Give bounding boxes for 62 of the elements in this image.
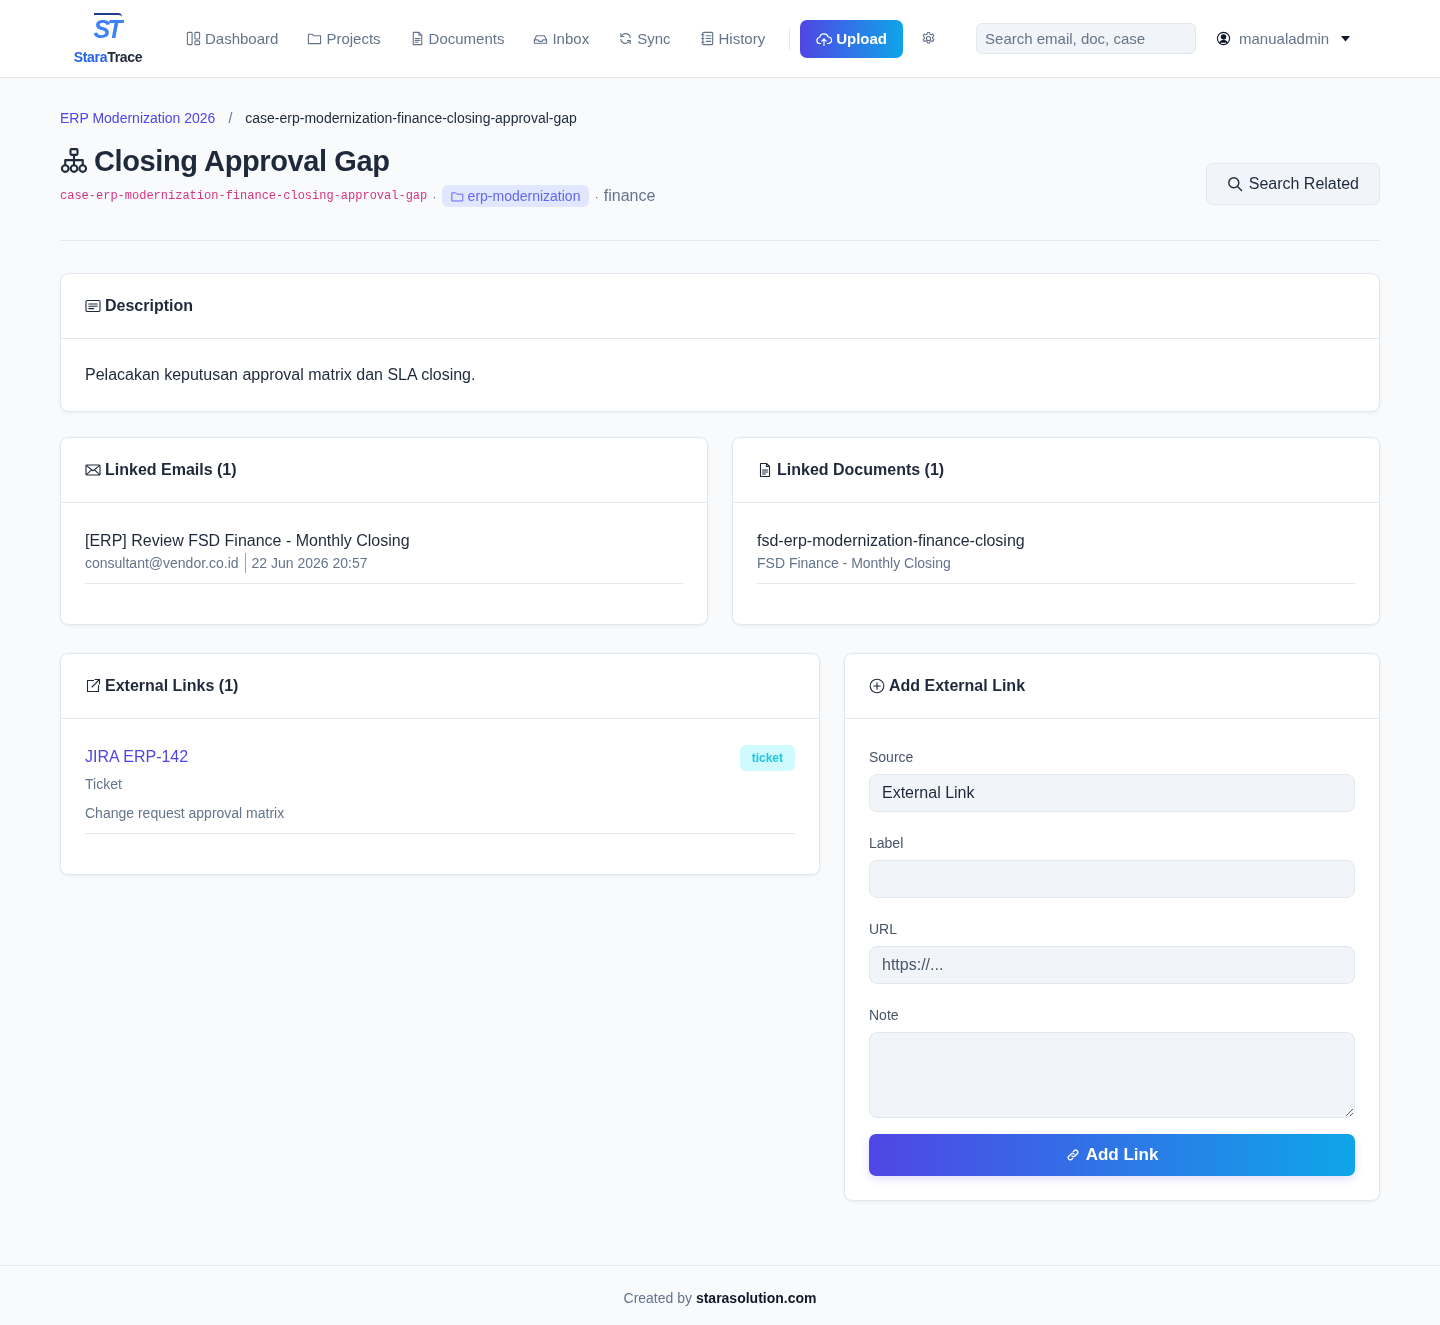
brand-logo[interactable]: ST: [93, 12, 123, 43]
field-label: Label: [869, 834, 905, 853]
card-title: Add External Link: [889, 677, 1026, 695]
text-field[interactable]: https://...: [869, 946, 1355, 984]
sync-icon: [618, 31, 634, 46]
layout-icon: [186, 31, 201, 46]
page-title: Closing Approval Gap: [94, 144, 390, 179]
project-tag[interactable]: erp-modernization: [441, 185, 590, 207]
breadcrumb-link[interactable]: ERP Modernization 2026: [60, 108, 216, 128]
brand-name[interactable]: StaraTrace: [73, 48, 143, 65]
search-field[interactable]: Search email, doc, case: [976, 23, 1197, 54]
plus-circle-icon: [869, 678, 885, 694]
search-related-button[interactable]: Search Related: [1205, 163, 1380, 205]
card-title: Description: [105, 297, 193, 315]
description-text: Pelacakan keputusan approval matrix dan SLA closing.: [85, 365, 477, 385]
hierarchy-icon: [60, 147, 88, 175]
category-text: finance: [603, 187, 656, 205]
link-note: Change request approval matrix: [85, 804, 285, 823]
card-title: External Links (1): [105, 677, 239, 695]
nav-link[interactable]: Projects: [307, 26, 381, 51]
footer-text: Created by starasolution.com: [623, 1290, 817, 1306]
document-subtitle: FSD Finance - Monthly Closing: [757, 554, 951, 573]
email-sender: consultant@vendor.co.id: [85, 554, 239, 573]
field-label: Source: [869, 748, 915, 767]
user-avatar-icon: [1216, 31, 1232, 46]
text-field[interactable]: [869, 860, 1355, 898]
meta-separator: ·: [432, 188, 437, 204]
cloud-upload-icon: [816, 30, 833, 47]
user-name[interactable]: manualadmin: [1239, 30, 1330, 47]
nav-link[interactable]: Sync: [618, 26, 671, 51]
email-date: 22 Jun 2026 20:57: [244, 553, 368, 573]
breadcrumb-current: case-erp-modernization-finance-closing-approval-gap: [245, 109, 577, 128]
nav-link[interactable]: Dashboard: [186, 26, 279, 51]
document-icon: [757, 462, 773, 478]
external-link[interactable]: JIRA ERP-142: [85, 748, 189, 765]
nav-link[interactable]: Inbox: [533, 26, 590, 51]
text-field[interactable]: External Link: [869, 774, 1355, 812]
case-slug: case-erp-modernization-finance-closing-approval-gap: [60, 189, 428, 203]
card-title: Linked Documents (1): [777, 461, 945, 479]
breadcrumb-separator: /: [228, 109, 233, 128]
field-label: URL: [869, 920, 898, 939]
journal-icon: [699, 31, 715, 46]
card-title: Linked Emails (1): [105, 461, 237, 479]
link-icon: [1065, 1148, 1080, 1162]
document-name[interactable]: fsd-erp-modernization-finance-closing: [757, 529, 1355, 553]
nav-link[interactable]: History: [699, 26, 766, 51]
text-card-icon: [85, 298, 101, 314]
link-type: Ticket: [85, 775, 123, 794]
upload-button[interactable]: Upload: [800, 19, 904, 58]
email-subject[interactable]: [ERP] Review FSD Finance - Monthly Closing: [85, 529, 683, 553]
settings-icon[interactable]: [921, 31, 937, 46]
external-link-icon: [85, 678, 101, 694]
field-label: Note: [869, 1006, 900, 1025]
folder-icon: [450, 189, 464, 203]
nav-link[interactable]: Documents: [409, 26, 505, 51]
link-tag: ticket: [739, 745, 795, 771]
meta-separator: ·: [594, 188, 599, 204]
caret-icon[interactable]: [1341, 35, 1351, 42]
add-link-button[interactable]: Add Link: [869, 1134, 1355, 1176]
folder-icon: [307, 31, 323, 46]
search-icon: [1226, 176, 1243, 192]
envelope-icon: [85, 462, 101, 478]
